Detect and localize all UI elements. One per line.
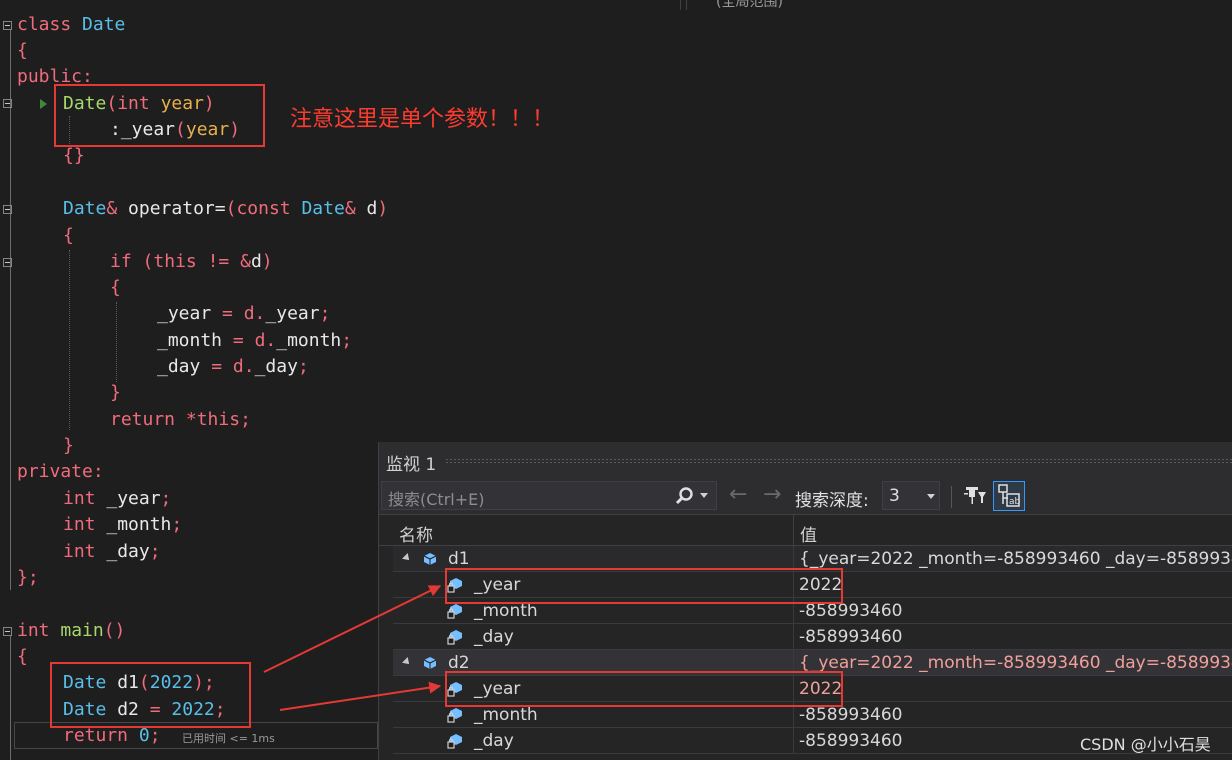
code-line: class Date (17, 14, 126, 35)
code-line: { (63, 225, 74, 246)
watch-row-value[interactable]: -858993460 (799, 601, 902, 621)
search-depth-value: 3 (889, 486, 900, 506)
drag-handle[interactable] (445, 458, 1232, 464)
code-line: } (63, 435, 74, 456)
watch-row-name: _day (474, 627, 514, 647)
watermark: CSDN @小小石昊 (1080, 735, 1211, 754)
watch-row-value[interactable]: -858993460 (799, 627, 902, 647)
object-icon (423, 553, 437, 565)
code-line: _month = d._month; (157, 330, 353, 351)
watch-row-name: _month (474, 705, 538, 725)
search-options-dropdown-icon[interactable] (700, 493, 708, 498)
fold-toggle-icon[interactable] (3, 627, 12, 636)
outline-bar-main (10, 636, 11, 760)
member-field-icon (447, 734, 462, 749)
code-line: } (110, 382, 121, 403)
watch-row-d1-day[interactable]: _day -858993460 (393, 624, 1232, 650)
search-placeholder: 搜索(Ctrl+E) (388, 490, 485, 509)
code-line: return *this; (110, 409, 251, 430)
code-line: { (17, 646, 28, 667)
highlight-box-constructor (54, 84, 265, 147)
code-line: _day = d._day; (157, 356, 309, 377)
fold-toggle-icon[interactable] (3, 21, 12, 30)
code-line: private: (17, 461, 104, 482)
scope-dropdown[interactable]: (全局范围) (716, 0, 783, 11)
watch-row-name: d1 (448, 549, 470, 569)
watch-window[interactable]: 监视 1 搜索(Ctrl+E) ← → 搜索深度: 3 ab 名称 值 d1 {… (378, 442, 1232, 760)
view-toggle-button[interactable]: ab (993, 481, 1025, 511)
code-line: int _month; (63, 514, 183, 535)
search-next-icon[interactable]: → (763, 482, 781, 507)
member-field-icon (447, 630, 462, 645)
watch-row-name: _day (474, 731, 514, 751)
member-field-icon (447, 708, 462, 723)
highlight-box-d1-year (445, 568, 843, 604)
watch-toolbar: 搜索(Ctrl+E) ← → 搜索深度: 3 ab (379, 478, 1232, 514)
watch-row-name: _month (474, 601, 538, 621)
watch-row-value[interactable]: {_year=2022 _month=-858993460 _day=-8589… (799, 549, 1232, 569)
search-icon[interactable] (674, 486, 694, 506)
editor-navigation-bar: (全局范围) (0, 0, 1232, 10)
column-header-value[interactable]: 值 (800, 521, 817, 546)
code-line-main: int main() (17, 620, 126, 641)
fold-toggle-icon[interactable] (3, 99, 12, 108)
search-depth-select[interactable]: 3 (882, 481, 940, 510)
pin-filter-icon[interactable] (963, 483, 987, 507)
watch-row-name: d2 (448, 653, 470, 673)
search-depth-label: 搜索深度: (795, 491, 869, 511)
code-line: _year = d._year; (157, 303, 331, 324)
outline-bar (10, 30, 11, 590)
code-line: int _day; (63, 541, 161, 562)
collapse-arrow-icon[interactable] (402, 657, 412, 667)
watch-title-bar[interactable]: 监视 1 (379, 442, 1232, 478)
current-statement-arrow-icon (40, 99, 47, 109)
annotation-note: 注意这里是单个参数！！！ (290, 107, 555, 132)
code-line: int _year; (63, 488, 172, 509)
watch-row-value[interactable]: -858993460 (799, 705, 902, 725)
watch-title: 监视 1 (386, 455, 437, 475)
watch-row-value[interactable]: -858993460 (799, 731, 902, 751)
column-resize-handle[interactable] (793, 515, 794, 546)
code-line-operator: Date& operator=(const Date& d) (63, 198, 389, 219)
search-previous-icon[interactable]: ← (729, 482, 747, 507)
fold-toggle-icon[interactable] (3, 205, 12, 214)
highlight-box-declarations (50, 662, 251, 728)
member-field-icon (447, 604, 462, 619)
code-line: if (this != &d) (110, 251, 273, 272)
highlight-box-d2-year (445, 671, 843, 707)
search-input[interactable]: 搜索(Ctrl+E) (381, 481, 717, 510)
svg-text:ab: ab (1009, 497, 1021, 507)
column-header-name[interactable]: 名称 (399, 521, 433, 546)
code-line: { (110, 277, 121, 298)
watch-row-value[interactable]: {_year=2022 _month=-858993460 _day=-8589… (799, 653, 1232, 673)
elapsed-time-hint: 已用时间 <= 1ms (182, 732, 275, 745)
watch-column-header: 名称 值 (379, 514, 1232, 546)
fold-toggle-icon[interactable] (3, 258, 12, 267)
object-icon (423, 657, 437, 669)
chevron-down-icon (927, 494, 935, 499)
collapse-arrow-icon[interactable] (402, 553, 412, 563)
code-line: { (17, 40, 28, 61)
code-line: }; (17, 567, 39, 588)
hierarchy-icon: ab (998, 484, 1021, 507)
